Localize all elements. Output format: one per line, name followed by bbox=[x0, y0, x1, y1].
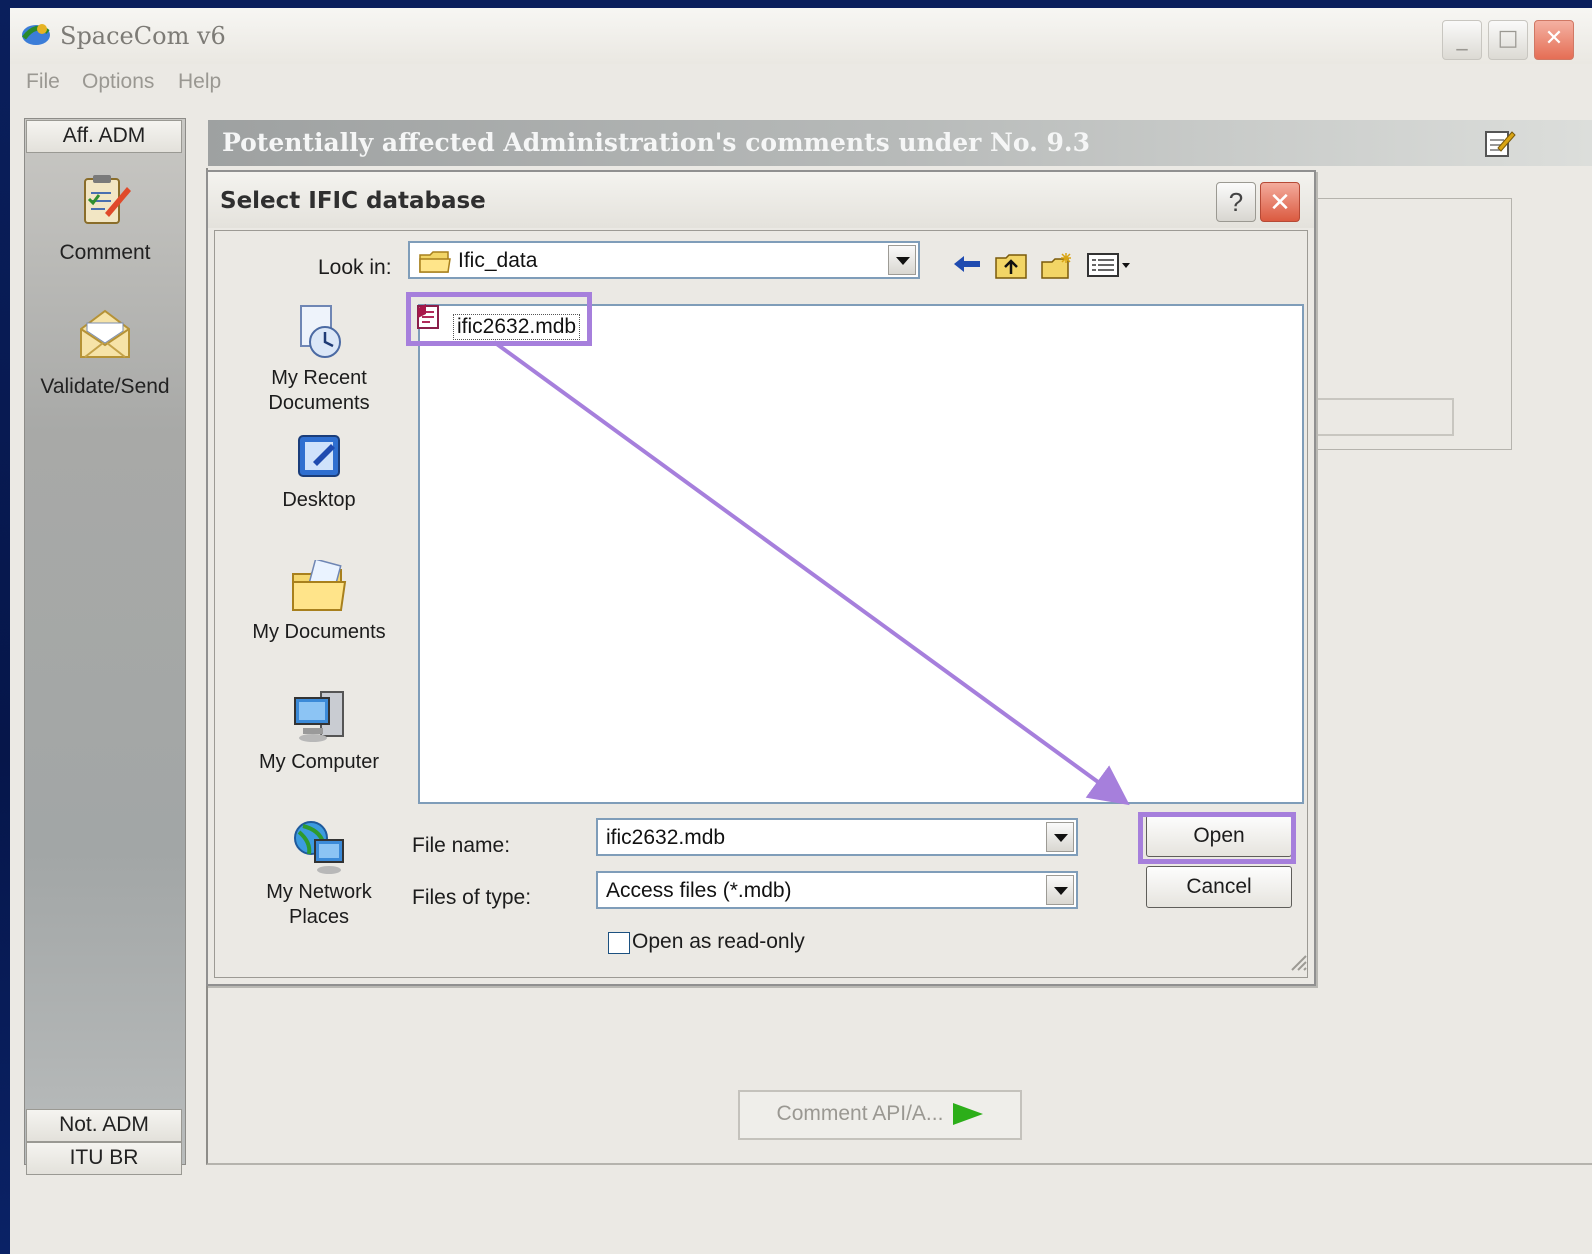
spacecom-window: SpaceCom v6 _ □ ✕ File Options Help Aff.… bbox=[10, 8, 1592, 1254]
annotation-arrow bbox=[492, 340, 1130, 806]
